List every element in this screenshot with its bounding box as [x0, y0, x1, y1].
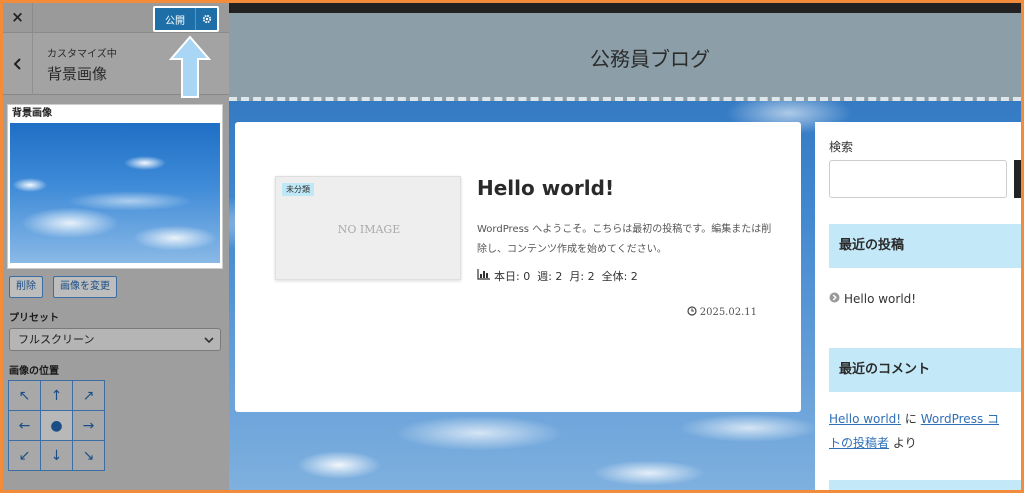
site-title[interactable]: 公務員ブログ [229, 43, 1021, 72]
gear-icon[interactable] [195, 8, 217, 30]
post-title[interactable]: Hello world! [477, 176, 614, 200]
preset-label: プリセット [9, 313, 59, 324]
publish-label: 公開 [165, 15, 185, 27]
position-left-button[interactable]: ← [8, 410, 41, 441]
sky-image [10, 123, 220, 263]
remove-image-button[interactable]: 削除 [9, 276, 43, 298]
date-text: 2025.02.11 [699, 307, 757, 318]
customizer-sidebar: × 公開 カスタマイズ中 背景画像 背景画像 削除 画像を変更 プリセット フル… [3, 3, 229, 490]
background-image-caption: 背景画像 [12, 108, 52, 119]
next-widget-heading [829, 480, 1021, 490]
comment-yori: より [892, 436, 917, 450]
post-thumbnail[interactable]: 未分類 NO IMAGE [275, 176, 461, 280]
back-button[interactable] [3, 33, 33, 95]
recent-post-link[interactable]: Hello world! [844, 292, 916, 306]
chevron-left-icon [13, 55, 23, 74]
search-button[interactable] [1014, 160, 1021, 198]
recent-posts-heading: 最近の投稿 [829, 224, 1021, 268]
preset-value: フルスクリーン [18, 333, 95, 346]
position-label: 画像の位置 [9, 366, 59, 377]
search-input[interactable] [829, 160, 1007, 198]
post-stats: 本日: 0 週: 2 月: 2 全体: 2 [477, 268, 638, 284]
position-center-button[interactable]: ● [40, 410, 73, 441]
site-header: 公務員ブログ [229, 13, 1021, 101]
post-card: 未分類 NO IMAGE Hello world! WordPress へようこ… [235, 122, 801, 412]
hint-arrow-icon [169, 35, 211, 98]
position-bottom-right-button[interactable]: ↘ [72, 440, 105, 471]
customizer-topbar: × 公開 [3, 3, 229, 33]
position-right-button[interactable]: → [72, 410, 105, 441]
search-label: 検索 [829, 140, 854, 154]
comment-author-link-cont[interactable]: トの投稿者 [829, 436, 889, 450]
recent-post-item[interactable]: Hello world! [829, 292, 916, 306]
clock-icon [687, 306, 697, 319]
close-button[interactable]: × [3, 3, 33, 33]
preset-select[interactable]: フルスクリーン [9, 328, 221, 351]
image-position-grid: ↖ ↑ ↗ ← ● → ↙ ↓ ↘ [8, 380, 105, 471]
post-date: 2025.02.11 [687, 306, 757, 319]
customizing-subtitle: カスタマイズ中 [47, 49, 117, 60]
preview-topbar [229, 3, 1021, 13]
background-image-preview: 背景画像 [7, 104, 223, 269]
comment-author-link[interactable]: WordPress コ [921, 412, 999, 426]
position-bottom-button[interactable]: ↓ [40, 440, 73, 471]
position-top-button[interactable]: ↑ [40, 380, 73, 411]
bar-chart-icon [477, 269, 490, 283]
stats-text: 本日: 0 週: 2 月: 2 全体: 2 [494, 270, 638, 283]
comment-post-link[interactable]: Hello world! [829, 412, 901, 426]
recent-comment-line-1: Hello world! に WordPress コ [829, 410, 999, 427]
recent-comments-heading: 最近のコメント [829, 348, 1021, 392]
chevron-down-icon [204, 337, 214, 344]
position-top-left-button[interactable]: ↖ [8, 380, 41, 411]
position-top-right-button[interactable]: ↗ [72, 380, 105, 411]
chevron-right-circle-icon [829, 292, 840, 306]
recent-comment-line-2: トの投稿者 より [829, 434, 917, 451]
change-image-button[interactable]: 画像を変更 [53, 276, 117, 298]
site-preview: 公務員ブログ 未分類 NO IMAGE Hello world! WordPre… [229, 3, 1021, 490]
no-image-text: NO IMAGE [337, 223, 401, 236]
comment-ni: に [904, 412, 917, 426]
window-frame: × 公開 カスタマイズ中 背景画像 背景画像 削除 画像を変更 プリセット フル… [3, 3, 1021, 490]
sidebar-widgets: 検索 最近の投稿 Hello world! 最近のコメント Hello worl… [815, 122, 1021, 490]
category-badge[interactable]: 未分類 [282, 183, 314, 196]
section-title: 背景画像 [47, 65, 108, 83]
post-excerpt: WordPress へようこそ。こちらは最初の投稿です。編集または削除し、コンテ… [477, 224, 772, 255]
publish-button[interactable]: 公開 [153, 6, 219, 32]
position-bottom-left-button[interactable]: ↙ [8, 440, 41, 471]
